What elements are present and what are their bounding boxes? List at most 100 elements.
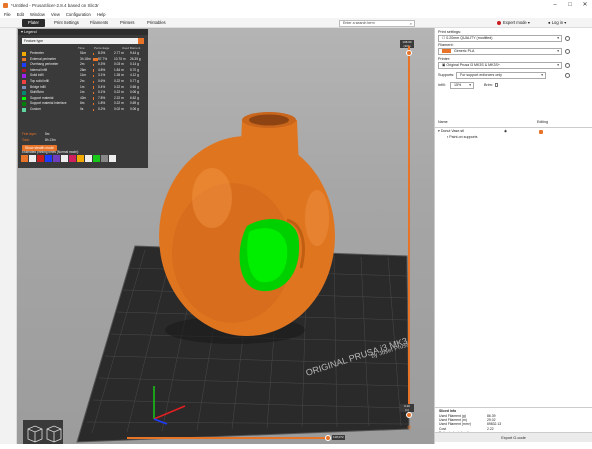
preview-view-icon <box>47 426 61 442</box>
tab-filaments[interactable]: Filaments <box>84 19 114 27</box>
login-button[interactable]: ● Log in ▾ <box>548 19 566 27</box>
object-col-editing: Editing <box>537 120 548 124</box>
legend-row[interactable]: Custom0s0.2%0.02 m0.06 g <box>22 107 146 113</box>
legend-percentage-bar <box>93 53 94 56</box>
move-slider-value: 118,072 <box>332 435 345 440</box>
legend-header[interactable]: ▾ Legend <box>18 29 148 35</box>
close-button[interactable]: ✕ <box>578 0 592 10</box>
legend-pct: 0.2% <box>98 107 105 113</box>
supports-select[interactable]: For support enforcers only ▾ <box>456 72 546 79</box>
layer-slider[interactable] <box>405 40 413 420</box>
menu-edit[interactable]: Edit <box>17 12 24 17</box>
total-label: Total: <box>22 138 30 142</box>
infill-label: Infill: <box>438 83 446 87</box>
chevron-down-icon: ▾ <box>557 49 559 54</box>
sliced-info-value: 2.22 <box>487 427 494 431</box>
feature-type-select[interactable]: Feature type <box>22 38 144 44</box>
col-percentage: Percentage <box>94 46 109 50</box>
brim-checkbox[interactable] <box>495 83 499 87</box>
legend-weight: 0.06 g <box>130 107 139 113</box>
title-bar: *Untitled - PrusaSlicer-2.8.4 based on S… <box>0 0 592 10</box>
search-input[interactable]: Enter a search term ⌕ <box>339 20 415 27</box>
mode-selector[interactable]: Expert mode ▾ <box>497 19 530 27</box>
move-slider-rail <box>127 437 327 439</box>
first-layer-label: First layer: <box>22 132 37 136</box>
wipe-icon[interactable] <box>29 155 36 162</box>
retractions-icon[interactable] <box>37 155 44 162</box>
color-changes-icon[interactable] <box>69 155 76 162</box>
legend-swatch <box>22 63 26 67</box>
menu-window[interactable]: Window <box>30 12 45 17</box>
deretractions-icon[interactable] <box>45 155 52 162</box>
legend-swatch <box>22 97 26 101</box>
maximize-button[interactable]: □ <box>563 0 577 10</box>
tab-print-settings[interactable]: Print Settings <box>48 19 85 27</box>
paint-on-supports-label: Paint-on supports <box>449 135 477 139</box>
legend-title: Legend <box>24 30 37 34</box>
move-slider-thumb[interactable] <box>325 435 331 441</box>
layer-slider-bottom-thumb[interactable] <box>406 412 412 418</box>
supports-info-icon[interactable] <box>565 73 570 78</box>
object-list-header: Name Editing <box>438 120 588 124</box>
collapse-arrow-icon[interactable]: ▾ <box>438 129 440 133</box>
legend-swatch <box>22 80 26 84</box>
3d-view-icon <box>28 426 42 442</box>
shells-icon[interactable] <box>101 155 108 162</box>
tool-marker-icon[interactable] <box>109 155 116 162</box>
slider-settings-icon[interactable]: ⚙ <box>407 425 411 431</box>
object-col-name: Name <box>438 120 448 124</box>
menu-view[interactable]: View <box>51 12 60 17</box>
col-used-filament: Used filament <box>122 46 140 50</box>
pause-prints-icon[interactable] <box>77 155 84 162</box>
legend-swatch <box>22 102 26 106</box>
printer-settings-gear-icon[interactable] <box>565 63 570 68</box>
tab-printers[interactable]: Printers <box>114 19 140 27</box>
edit-object-icon[interactable] <box>539 130 543 134</box>
object-list[interactable]: ▾ Donut Vase.stl ◉ ▪ Paint-on supports <box>435 127 592 407</box>
legend-label: Custom <box>30 107 41 113</box>
show-stealth-mode-button[interactable]: Show stealth mode <box>22 145 57 151</box>
mode-label: Expert mode <box>503 20 527 25</box>
export-gcode-button[interactable]: Export G-code <box>435 432 592 442</box>
tab-plater[interactable]: Plater <box>22 19 45 27</box>
print-profile-select[interactable]: ☐ 0.20mm QUALITY (modified) ▾ <box>438 35 562 42</box>
supports-value: For support enforcers only <box>460 73 502 77</box>
menu-file[interactable]: File <box>4 12 11 17</box>
tab-printables[interactable]: Printables <box>141 19 172 27</box>
seams-icon[interactable] <box>53 155 60 162</box>
travel-icon[interactable] <box>21 155 28 162</box>
slider-bottom-label: 0.20 (1) <box>400 404 414 412</box>
tab-bar: Plater Print Settings Filaments Printers… <box>0 18 592 28</box>
filament-color-swatch[interactable] <box>442 49 451 53</box>
layer-slider-top-thumb[interactable] <box>406 50 412 56</box>
filament-settings-gear-icon[interactable] <box>565 49 570 54</box>
menu-help[interactable]: Help <box>97 12 106 17</box>
print-profile-value: 0.20mm QUALITY (modified) <box>446 36 492 40</box>
layer-slider-rail <box>408 46 410 416</box>
printer-profile-select[interactable]: ▣ Original Prusa i3 MK3S & MK3S+ ▾ <box>438 62 562 69</box>
object-row[interactable]: ▾ Donut Vase.stl <box>438 129 464 133</box>
expert-mode-dot-icon <box>497 21 501 25</box>
window-title: *Untitled - PrusaSlicer-2.8.4 based on S… <box>11 3 99 8</box>
prusaslicer-logo-icon <box>3 3 8 8</box>
supports-label: Supports: <box>438 73 454 77</box>
printer-label: Printer: <box>438 57 450 61</box>
gcode-move-slider[interactable]: 118,072 <box>127 435 332 441</box>
chevron-down-icon: ▾ <box>557 63 559 68</box>
legend-time: 0s <box>80 107 96 113</box>
menu-configuration[interactable]: Configuration <box>66 12 91 17</box>
printer-icon: ▣ <box>442 63 445 67</box>
center-of-gravity-icon[interactable] <box>93 155 100 162</box>
print-settings-gear-icon[interactable] <box>565 36 570 41</box>
infill-select[interactable]: 15% ▾ <box>450 82 474 89</box>
chevron-down-icon: ▾ <box>469 83 471 88</box>
minimize-button[interactable]: – <box>548 0 562 10</box>
legend-swatch <box>22 74 26 78</box>
visibility-eye-icon[interactable]: ◉ <box>504 129 507 133</box>
menu-bar: File Edit Window View Configuration Help <box>0 10 592 18</box>
object-name: Donut Vase.stl <box>441 129 464 133</box>
tool-changes-icon[interactable] <box>61 155 68 162</box>
filament-profile-select[interactable]: Generic PLA ▾ <box>438 48 562 55</box>
paint-on-supports-row[interactable]: ▪ Paint-on supports <box>447 135 477 139</box>
custom-gcode-icon[interactable] <box>85 155 92 162</box>
